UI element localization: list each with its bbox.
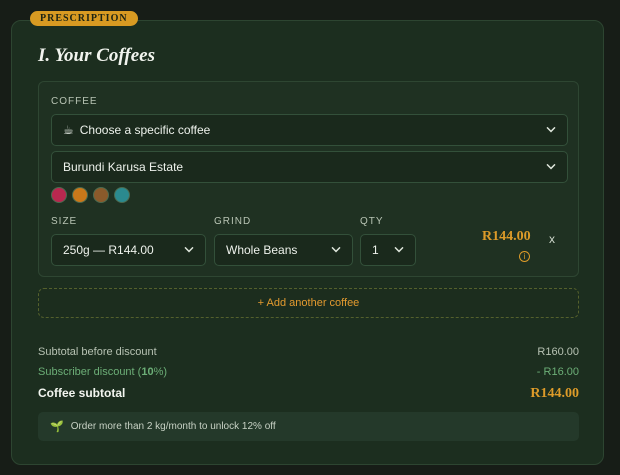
total-row: Coffee subtotal R144.00 <box>38 386 579 402</box>
berry-flavor-icon <box>51 187 67 203</box>
total-value: R144.00 <box>530 386 579 401</box>
total-label: Coffee subtotal <box>38 386 126 400</box>
size-select[interactable]: 250g — R144.00 <box>51 234 206 266</box>
discount-hint: 🌱 Order more than 2 kg/month to unlock 1… <box>38 412 579 441</box>
coffee-category-value: Choose a specific coffee <box>79 123 211 137</box>
add-another-coffee-button[interactable]: + Add another coffee <box>38 288 579 318</box>
chevron-down-icon <box>394 246 404 253</box>
grind-select[interactable]: Whole Beans <box>214 234 353 266</box>
subtotal-label: Subtotal before discount <box>38 346 157 358</box>
coffee-item: COFFEE ☕ Choose a specific coffee Burund… <box>38 81 579 277</box>
section-title: I. Your Coffees <box>38 45 156 66</box>
subtotal-value: R160.00 <box>537 346 579 358</box>
size-select-value: 250g — R144.00 <box>63 243 154 257</box>
coffee-cup-icon: ☕ <box>63 123 74 137</box>
remove-item-button[interactable]: x <box>549 232 555 246</box>
info-icon[interactable]: i <box>519 251 530 262</box>
coffees-card: I. Your Coffees COFFEE ☕ Choose a specif… <box>11 20 604 465</box>
coffee-category-select[interactable]: ☕ Choose a specific coffee <box>51 114 568 146</box>
discount-value: - R16.00 <box>536 366 579 378</box>
item-price: R144.00 <box>482 229 531 244</box>
discount-label: Subscriber discount (10%) <box>38 366 167 378</box>
qty-select-value: 1 <box>372 243 379 257</box>
coffee-select-value: Burundi Karusa Estate <box>63 160 184 174</box>
chevron-down-icon <box>546 163 556 170</box>
grind-label: GRIND <box>214 216 252 227</box>
coffee-label: COFFEE <box>51 96 98 107</box>
chocolate-flavor-icon <box>93 187 109 203</box>
qty-select[interactable]: 1 <box>360 234 416 266</box>
chevron-down-icon <box>546 126 556 133</box>
hint-text: Order more than 2 kg/month to unlock 12%… <box>70 421 276 432</box>
coffee-select[interactable]: Burundi Karusa Estate <box>51 151 568 183</box>
chevron-down-icon <box>331 246 341 253</box>
discount-row: Subscriber discount (10%) - R16.00 <box>38 366 579 378</box>
chevron-down-icon <box>184 246 194 253</box>
caramel-flavor-icon <box>72 187 88 203</box>
size-label: SIZE <box>51 216 78 227</box>
grind-select-value: Whole Beans <box>226 243 298 257</box>
prescription-badge: PRESCRIPTION <box>30 11 138 26</box>
discount-percent: 10 <box>141 366 154 378</box>
subtotal-row: Subtotal before discount R160.00 <box>38 346 579 358</box>
sprout-icon: 🌱 <box>50 421 64 433</box>
discount-label-prefix: Subscriber discount ( <box>38 366 142 378</box>
qty-label: QTY <box>360 216 384 227</box>
discount-label-suffix: %) <box>153 366 168 378</box>
floral-flavor-icon <box>114 187 130 203</box>
